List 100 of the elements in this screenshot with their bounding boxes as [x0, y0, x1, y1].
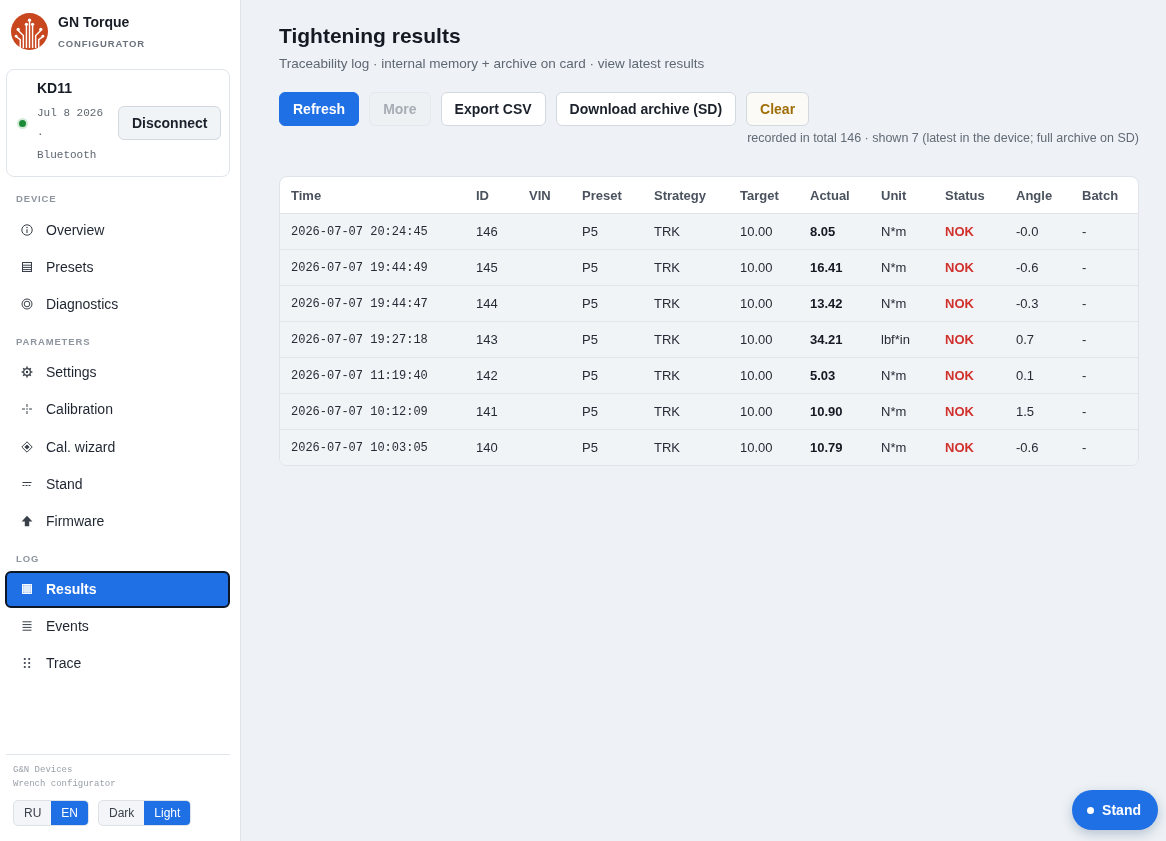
dot-icon [1087, 806, 1095, 814]
table-cell: NOK [934, 429, 1005, 465]
table-cell: 2026-07-07 11:19:40 [280, 357, 465, 394]
nav-item[interactable]: Trace [5, 644, 230, 683]
language-option[interactable]: RU [14, 801, 52, 825]
info-icon [21, 223, 33, 236]
settings-icon [21, 366, 33, 379]
table-cell: 16.41 [799, 249, 870, 286]
table-cell: 143 [465, 321, 518, 358]
nav-item[interactable]: Settings [5, 353, 230, 391]
table-cell: TRK [643, 285, 729, 322]
column-header: Unit [870, 177, 934, 214]
logo-icon [11, 13, 48, 50]
table-cell: TRK [643, 393, 729, 430]
table-cell: - [1071, 429, 1138, 465]
table-cell: - [1071, 249, 1138, 286]
table-cell: TRK [643, 321, 729, 358]
table-cell: TRK [643, 249, 729, 286]
language-option[interactable]: EN [51, 801, 88, 825]
dots-icon [21, 657, 33, 670]
table-cell: 10.00 [729, 285, 799, 322]
table-cell: 10.90 [799, 393, 870, 430]
nav-item[interactable]: Overview [5, 211, 230, 249]
list-icon [21, 260, 33, 273]
nav-section-heading: PARAMETERS [16, 335, 92, 348]
table-cell: - [1071, 393, 1138, 430]
nav-item[interactable]: Calibration [5, 390, 230, 428]
table-cell: -0.6 [1005, 429, 1071, 465]
nav-item[interactable]: Results [5, 570, 230, 608]
table-cell: NOK [934, 393, 1005, 430]
table-cell: TRK [643, 357, 729, 394]
nav-item[interactable]: Firmware [5, 502, 230, 540]
table-cell: N*m [870, 393, 934, 430]
table-cell: 2026-07-07 19:27:18 [280, 321, 465, 358]
table-cell: 146 [465, 213, 518, 250]
table-cell: 10.79 [799, 429, 870, 465]
lines-icon [21, 620, 33, 633]
diamond-icon [21, 440, 33, 453]
table-cell: P5 [571, 213, 643, 250]
table-cell: 140 [465, 429, 518, 465]
table-cell: -0.0 [1005, 213, 1071, 250]
nav-item[interactable]: Diagnostics [5, 285, 230, 323]
table-cell: 2026-07-07 10:03:05 [280, 429, 465, 465]
device-name: KD11 [37, 80, 74, 96]
table-cell: P5 [571, 321, 643, 358]
toolbar-button[interactable]: Export CSV [440, 92, 546, 126]
table-cell: - [1071, 213, 1138, 250]
table-cell: 10.00 [729, 213, 799, 250]
results-summary: recorded in total 146 · shown 7 (latest in the device; full archive on SD) [746, 131, 1139, 145]
device-info: Jul 8 2026 · Bluetooth [37, 106, 104, 163]
nav-item[interactable]: Presets [5, 248, 230, 286]
column-header: Status [934, 177, 1005, 214]
table-cell: P5 [571, 393, 643, 430]
table-cell: -0.6 [1005, 249, 1071, 286]
table-cell: 13.42 [799, 285, 870, 322]
table-cell: 2026-07-07 19:44:47 [280, 285, 465, 322]
table-cell: 34.21 [799, 321, 870, 358]
nav-item[interactable]: Cal. wizard [5, 427, 230, 466]
nav-section-heading: DEVICE [16, 193, 58, 205]
table-cell: 141 [465, 393, 518, 430]
nav-item[interactable]: Stand [5, 465, 230, 503]
column-header: VIN [518, 177, 571, 214]
table-cell: P5 [571, 285, 643, 322]
table-cell: 10.00 [729, 321, 799, 358]
table-cell: 142 [465, 357, 518, 394]
table-cell: P5 [571, 249, 643, 286]
column-header: Strategy [643, 177, 729, 214]
table-cell: 2026-07-07 19:44:49 [280, 249, 465, 286]
table-cell: -0.3 [1005, 285, 1071, 322]
disconnect-button[interactable]: Disconnect [118, 106, 222, 140]
crosshair-icon [21, 403, 33, 416]
table-cell: NOK [934, 357, 1005, 394]
theme-option[interactable]: Dark [99, 801, 145, 825]
column-header: Actual [799, 177, 870, 214]
nav-item[interactable]: Events [5, 607, 230, 645]
table-cell: N*m [870, 429, 934, 465]
table-cell: TRK [643, 429, 729, 465]
table-cell: NOK [934, 249, 1005, 286]
table-cell: 0.7 [1005, 321, 1071, 358]
table-cell: NOK [934, 213, 1005, 250]
toolbar-button[interactable]: Clear [746, 92, 810, 126]
theme-option[interactable]: Light [144, 801, 191, 825]
table-cell: N*m [870, 213, 934, 250]
column-header: Batch [1071, 177, 1138, 214]
target-icon [21, 297, 33, 310]
toolbar-button[interactable]: Download archive (SD) [555, 92, 737, 126]
table-cell: 10.00 [729, 393, 799, 430]
company-name: G&N Devices [13, 764, 74, 777]
table-cell: TRK [643, 213, 729, 250]
toolbar-button[interactable]: Refresh [279, 92, 360, 126]
column-header: Target [729, 177, 799, 214]
product-name: Wrench configurator [13, 778, 117, 791]
grid-icon [21, 583, 33, 596]
table-cell: 144 [465, 285, 518, 322]
column-header: Preset [571, 177, 643, 214]
floating-button[interactable]: Stand [1072, 790, 1158, 830]
table-cell: P5 [571, 429, 643, 465]
table-cell: 10.00 [729, 429, 799, 465]
table-cell: - [1071, 357, 1138, 394]
table-cell: N*m [870, 285, 934, 322]
